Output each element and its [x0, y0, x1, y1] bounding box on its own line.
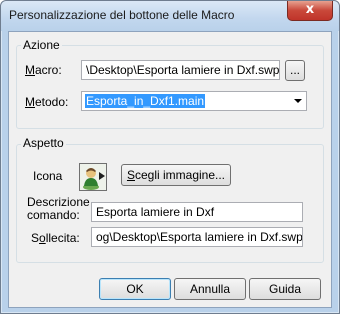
chevron-down-icon[interactable] [294, 99, 302, 103]
descrizione-comando-field[interactable]: Esporta lamiere in Dxf [91, 202, 303, 222]
user-run-icon [83, 168, 105, 190]
azione-group-label: Azione [21, 38, 62, 52]
close-icon: x [305, 2, 315, 17]
browse-macro-button[interactable]: ... [285, 60, 305, 81]
macro-path-field[interactable]: \Desktop\Esporta lamiere in Dxf.swp [81, 60, 280, 80]
macro-button-icon-preview [79, 163, 107, 191]
descrizione-label: Descrizione comando: [27, 195, 90, 222]
metodo-combo[interactable]: Esporta_in_Dxf1.main [81, 91, 307, 111]
macro-label: Macro: [25, 63, 62, 77]
close-button[interactable]: x [287, 1, 333, 21]
ok-button[interactable]: OK [99, 278, 171, 300]
sollecita-field[interactable]: og\Desktop\Esporta lamiere in Dxf.swp [91, 227, 303, 247]
sollecita-label: Sollecita: [31, 231, 80, 245]
window-title: Personalizzazione del bottone delle Macr… [9, 8, 235, 22]
dialog-body: Azione Macro: \Desktop\Esporta lamiere i… [8, 31, 332, 308]
dialog-window: Personalizzazione del bottone delle Macr… [0, 0, 340, 314]
azione-group [16, 45, 324, 129]
icona-label: Icona [33, 169, 63, 183]
title-bar[interactable]: Personalizzazione del bottone delle Macr… [1, 1, 339, 31]
aspetto-group-label: Aspetto [21, 136, 66, 150]
metodo-label: Metodo: [25, 95, 69, 109]
annulla-button[interactable]: Annulla [174, 278, 246, 300]
guida-button[interactable]: Guida [249, 278, 321, 300]
choose-image-button[interactable]: Scegli immagine... [121, 164, 231, 186]
metodo-selected-value: Esporta_in_Dxf1.main [85, 94, 206, 108]
